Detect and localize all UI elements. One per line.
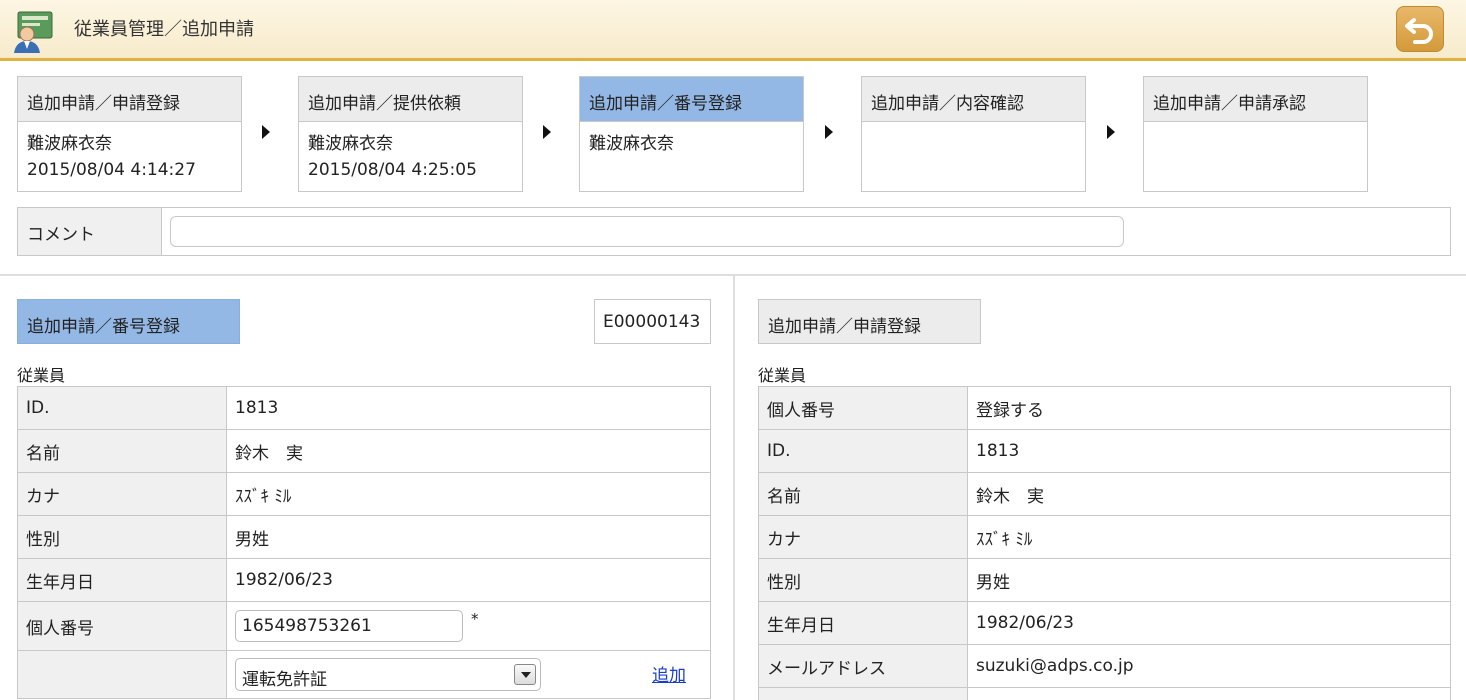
workflow-step-apply[interactable]: 追加申請／申請登録 難波麻衣奈 2015/08/04 4:14:27 bbox=[17, 76, 242, 192]
row-label: ID. bbox=[17, 386, 227, 430]
table-row: 名前 鈴木 実 bbox=[758, 472, 1451, 516]
step-arrow-icon bbox=[543, 125, 551, 139]
column-divider bbox=[733, 276, 735, 700]
row-label: 生年月日 bbox=[758, 601, 968, 645]
page-title: 従業員管理／追加申請 bbox=[74, 19, 254, 40]
table-row: 個人番号 登録する bbox=[758, 386, 1451, 430]
row-value: suzuki@adps.co.jp bbox=[967, 644, 1451, 688]
table-row: 生年月日 1982/06/23 bbox=[17, 558, 711, 602]
comment-row: コメント bbox=[17, 207, 1451, 256]
row-label: 性別 bbox=[758, 558, 968, 602]
chevron-down-icon[interactable] bbox=[514, 664, 536, 685]
table-row: 運転免許証 追加 bbox=[17, 650, 711, 699]
employee-management-icon bbox=[14, 11, 53, 53]
row-label: 生年月日 bbox=[17, 558, 227, 602]
step-title: 追加申請／申請登録 bbox=[18, 77, 241, 122]
row-label: メールアドレス bbox=[758, 644, 968, 688]
table-row: カナ ｽｽﾞｷ ﾐﾙ bbox=[758, 515, 1451, 559]
my-number-input[interactable] bbox=[235, 610, 463, 642]
app-header: 従業員管理／追加申請 bbox=[0, 0, 1466, 61]
table-row: 生年月日 1982/06/23 bbox=[758, 601, 1451, 645]
step-user: 難波麻衣奈 bbox=[27, 134, 112, 154]
employee-code: E00000143 bbox=[594, 299, 711, 344]
step-title: 追加申請／申請承認 bbox=[1144, 77, 1367, 122]
row-value: 1982/06/23 bbox=[226, 558, 711, 602]
step-title: 追加申請／提供依頼 bbox=[299, 77, 522, 122]
table-row: メールアドレス suzuki@adps.co.jp bbox=[758, 644, 1451, 688]
row-label: 性別 bbox=[17, 515, 227, 559]
workflow-step-number-registration[interactable]: 追加申請／番号登録 難波麻衣奈 bbox=[579, 76, 804, 192]
employee-info-table: ID. 1813 名前 鈴木 実 カナ ｽｽﾞｷ ﾐﾙ 性別 男姓 生年月日 1… bbox=[17, 386, 711, 699]
workflow-step-confirm[interactable]: 追加申請／内容確認 bbox=[861, 76, 1086, 192]
document-type-value: 運転免許証 bbox=[242, 670, 327, 690]
row-label: 名前 bbox=[17, 429, 227, 473]
step-arrow-icon bbox=[262, 125, 270, 139]
table-row: 性別 男姓 bbox=[758, 558, 1451, 602]
row-value: 1813 bbox=[967, 429, 1451, 473]
row-value bbox=[967, 687, 1451, 700]
table-row bbox=[758, 687, 1451, 700]
table-row: 名前 鈴木 実 bbox=[17, 429, 711, 473]
required-mark: * bbox=[471, 610, 479, 628]
document-type-select[interactable]: 運転免許証 bbox=[235, 658, 541, 691]
table-row: 個人番号 * bbox=[17, 601, 711, 651]
step-arrow-icon bbox=[1107, 125, 1115, 139]
row-label: ID. bbox=[758, 429, 968, 473]
row-value: 男姓 bbox=[226, 515, 711, 559]
row-value: ｽｽﾞｷ ﾐﾙ bbox=[967, 515, 1451, 559]
undo-icon bbox=[1405, 18, 1433, 44]
row-label: 名前 bbox=[758, 472, 968, 516]
left-group-label: 従業員 bbox=[17, 366, 66, 385]
row-label: 個人番号 bbox=[758, 386, 968, 430]
my-number-cell: * bbox=[226, 601, 711, 651]
row-label bbox=[758, 687, 968, 700]
step-arrow-icon bbox=[825, 125, 833, 139]
row-label: カナ bbox=[17, 472, 227, 516]
step-user: 難波麻衣奈 bbox=[589, 134, 674, 154]
step-time: 2015/08/04 4:25:05 bbox=[308, 160, 477, 180]
table-row: ID. 1813 bbox=[17, 386, 711, 430]
workflow-step-approve[interactable]: 追加申請／申請承認 bbox=[1143, 76, 1368, 192]
left-section-tab: 追加申請／番号登録 bbox=[17, 299, 240, 344]
step-title: 追加申請／番号登録 bbox=[580, 77, 803, 122]
right-group-label: 従業員 bbox=[758, 366, 807, 385]
back-button[interactable] bbox=[1396, 6, 1444, 52]
row-value: ｽｽﾞｷ ﾐﾙ bbox=[226, 472, 711, 516]
step-user: 難波麻衣奈 bbox=[308, 134, 393, 154]
row-value: 鈴木 実 bbox=[226, 429, 711, 473]
row-value: 1813 bbox=[226, 386, 711, 430]
table-row: カナ ｽｽﾞｷ ﾐﾙ bbox=[17, 472, 711, 516]
workflow-step-request[interactable]: 追加申請／提供依頼 難波麻衣奈 2015/08/04 4:25:05 bbox=[298, 76, 523, 192]
add-link[interactable]: 追加 bbox=[652, 661, 686, 686]
document-label bbox=[17, 650, 227, 699]
my-number-label: 個人番号 bbox=[17, 601, 227, 651]
step-title: 追加申請／内容確認 bbox=[862, 77, 1085, 122]
row-value: 1982/06/23 bbox=[967, 601, 1451, 645]
table-row: 性別 男姓 bbox=[17, 515, 711, 559]
row-value: 鈴木 実 bbox=[967, 472, 1451, 516]
comment-label: コメント bbox=[18, 208, 162, 255]
application-info-table: 個人番号 登録する ID. 1813 名前 鈴木 実 カナ ｽｽﾞｷ ﾐﾙ 性別… bbox=[758, 386, 1451, 700]
row-label: カナ bbox=[758, 515, 968, 559]
row-value: 登録する bbox=[967, 386, 1451, 430]
step-time: 2015/08/04 4:14:27 bbox=[27, 160, 196, 180]
comment-input[interactable] bbox=[170, 216, 1124, 247]
table-row: ID. 1813 bbox=[758, 429, 1451, 473]
row-value: 男姓 bbox=[967, 558, 1451, 602]
right-section-tab: 追加申請／申請登録 bbox=[758, 299, 981, 344]
document-cell: 運転免許証 追加 bbox=[226, 650, 711, 699]
